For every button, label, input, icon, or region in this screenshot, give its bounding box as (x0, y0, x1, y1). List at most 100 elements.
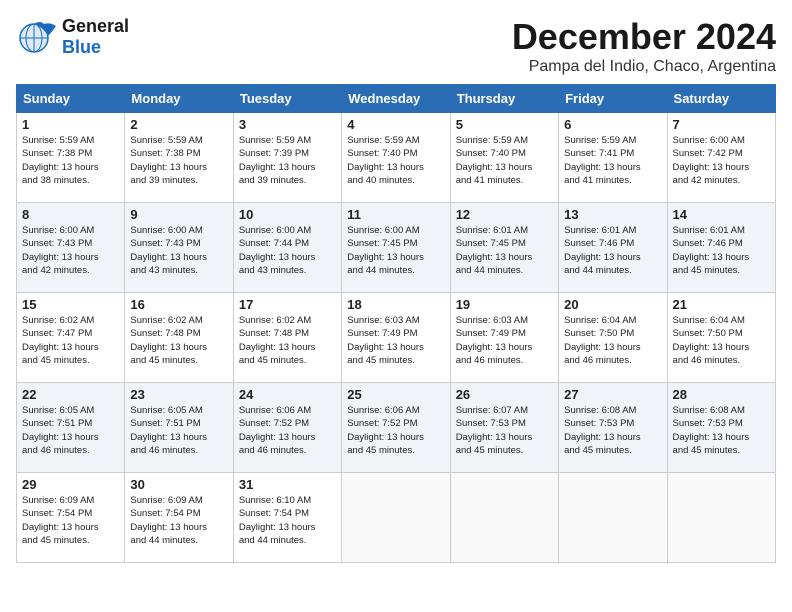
header-sunday: Sunday (17, 85, 125, 113)
day-info: Sunrise: 6:02 AMSunset: 7:48 PMDaylight:… (130, 314, 227, 367)
day-info: Sunrise: 6:01 AMSunset: 7:45 PMDaylight:… (456, 224, 553, 277)
calendar-day-cell: 20Sunrise: 6:04 AMSunset: 7:50 PMDayligh… (559, 293, 667, 383)
day-info: Sunrise: 6:03 AMSunset: 7:49 PMDaylight:… (456, 314, 553, 367)
calendar-day-cell: 22 Sunrise: 6:05 AMSunset: 7:51 PMDayligh… (17, 383, 125, 473)
header-wednesday: Wednesday (342, 85, 450, 113)
calendar-day-cell: 19 Sunrise: 6:03 AMSunset: 7:49 PMDayligh… (450, 293, 558, 383)
day-number: 30 (130, 477, 227, 492)
calendar-title: December 2024 Pampa del Indio, Chaco, Ar… (512, 16, 776, 76)
header-monday: Monday (125, 85, 233, 113)
calendar-day-cell (342, 473, 450, 563)
day-number: 7 (673, 117, 770, 132)
calendar-day-cell: 26Sunrise: 6:07 AMSunset: 7:53 PMDayligh… (450, 383, 558, 473)
day-number: 3 (239, 117, 336, 132)
calendar-day-cell: 13 Sunrise: 6:01 AMSunset: 7:46 PMDayligh… (559, 203, 667, 293)
calendar-day-cell: 17 Sunrise: 6:02 AMSunset: 7:48 PMDayligh… (233, 293, 341, 383)
day-info: Sunrise: 6:00 AMSunset: 7:43 PMDaylight:… (130, 224, 227, 277)
calendar-week-row: 1 Sunrise: 5:59 AMSunset: 7:38 PMDaylight… (17, 113, 776, 203)
day-info: Sunrise: 6:06 AMSunset: 7:52 PMDaylight:… (347, 404, 444, 457)
calendar-day-cell: 2 Sunrise: 5:59 AMSunset: 7:38 PMDaylight… (125, 113, 233, 203)
calendar-day-cell (559, 473, 667, 563)
day-number: 13 (564, 207, 661, 222)
day-info: Sunrise: 6:00 AMSunset: 7:43 PMDaylight:… (22, 224, 119, 277)
day-info: Sunrise: 6:06 AMSunset: 7:52 PMDaylight:… (239, 404, 336, 457)
day-number: 17 (239, 297, 336, 312)
calendar-day-cell: 21 Sunrise: 6:04 AMSunset: 7:50 PMDayligh… (667, 293, 775, 383)
calendar-day-cell: 30 Sunrise: 6:09 AMSunset: 7:54 PMDayligh… (125, 473, 233, 563)
day-info: Sunrise: 6:01 AMSunset: 7:46 PMDaylight:… (564, 224, 661, 277)
header-thursday: Thursday (450, 85, 558, 113)
day-number: 5 (456, 117, 553, 132)
calendar-week-row: 22 Sunrise: 6:05 AMSunset: 7:51 PMDayligh… (17, 383, 776, 473)
day-info: Sunrise: 5:59 AMSunset: 7:40 PMDaylight:… (456, 134, 553, 187)
day-number: 4 (347, 117, 444, 132)
day-info: Sunrise: 5:59 AMSunset: 7:41 PMDaylight:… (564, 134, 661, 187)
day-info: Sunrise: 6:08 AMSunset: 7:53 PMDaylight:… (564, 404, 661, 457)
page-header: General Blue December 2024 Pampa del Ind… (16, 16, 776, 76)
day-number: 14 (673, 207, 770, 222)
day-info: Sunrise: 5:59 AMSunset: 7:38 PMDaylight:… (130, 134, 227, 187)
day-number: 9 (130, 207, 227, 222)
day-number: 10 (239, 207, 336, 222)
header-tuesday: Tuesday (233, 85, 341, 113)
day-number: 18 (347, 297, 444, 312)
day-info: Sunrise: 6:03 AMSunset: 7:49 PMDaylight:… (347, 314, 444, 367)
day-info: Sunrise: 6:09 AMSunset: 7:54 PMDaylight:… (130, 494, 227, 547)
day-number: 27 (564, 387, 661, 402)
calendar-day-cell: 16Sunrise: 6:02 AMSunset: 7:48 PMDayligh… (125, 293, 233, 383)
day-number: 19 (456, 297, 553, 312)
calendar-week-row: 8 Sunrise: 6:00 AMSunset: 7:43 PMDaylight… (17, 203, 776, 293)
day-number: 28 (673, 387, 770, 402)
day-number: 6 (564, 117, 661, 132)
day-number: 15 (22, 297, 119, 312)
calendar-day-cell: 27 Sunrise: 6:08 AMSunset: 7:53 PMDayligh… (559, 383, 667, 473)
header-saturday: Saturday (667, 85, 775, 113)
header-friday: Friday (559, 85, 667, 113)
day-info: Sunrise: 6:04 AMSunset: 7:50 PMDaylight:… (564, 314, 661, 367)
logo-general: General (62, 16, 129, 37)
day-info: Sunrise: 5:59 AMSunset: 7:38 PMDaylight:… (22, 134, 119, 187)
day-number: 23 (130, 387, 227, 402)
day-number: 21 (673, 297, 770, 312)
weekday-header-row: Sunday Monday Tuesday Wednesday Thursday… (17, 85, 776, 113)
day-info: Sunrise: 6:05 AMSunset: 7:51 PMDaylight:… (22, 404, 119, 457)
calendar-day-cell: 3 Sunrise: 5:59 AMSunset: 7:39 PMDaylight… (233, 113, 341, 203)
day-info: Sunrise: 6:00 AMSunset: 7:45 PMDaylight:… (347, 224, 444, 277)
calendar-day-cell: 23 Sunrise: 6:05 AMSunset: 7:51 PMDayligh… (125, 383, 233, 473)
day-info: Sunrise: 6:08 AMSunset: 7:53 PMDaylight:… (673, 404, 770, 457)
location: Pampa del Indio, Chaco, Argentina (512, 58, 776, 76)
calendar-day-cell: 11Sunrise: 6:00 AMSunset: 7:45 PMDayligh… (342, 203, 450, 293)
day-info: Sunrise: 5:59 AMSunset: 7:39 PMDaylight:… (239, 134, 336, 187)
calendar-day-cell: 28 Sunrise: 6:08 AMSunset: 7:53 PMDayligh… (667, 383, 775, 473)
calendar-day-cell: 5 Sunrise: 5:59 AMSunset: 7:40 PMDaylight… (450, 113, 558, 203)
calendar-day-cell: 15 Sunrise: 6:02 AMSunset: 7:47 PMDayligh… (17, 293, 125, 383)
day-info: Sunrise: 6:02 AMSunset: 7:48 PMDaylight:… (239, 314, 336, 367)
calendar-day-cell: 1 Sunrise: 5:59 AMSunset: 7:38 PMDaylight… (17, 113, 125, 203)
day-info: Sunrise: 6:00 AMSunset: 7:42 PMDaylight:… (673, 134, 770, 187)
calendar-day-cell: 14Sunrise: 6:01 AMSunset: 7:46 PMDayligh… (667, 203, 775, 293)
calendar-day-cell: 18 Sunrise: 6:03 AMSunset: 7:49 PMDayligh… (342, 293, 450, 383)
day-info: Sunrise: 6:04 AMSunset: 7:50 PMDaylight:… (673, 314, 770, 367)
calendar-day-cell (667, 473, 775, 563)
calendar-day-cell: 10Sunrise: 6:00 AMSunset: 7:44 PMDayligh… (233, 203, 341, 293)
day-number: 1 (22, 117, 119, 132)
month-year: December 2024 (512, 16, 776, 58)
day-info: Sunrise: 6:02 AMSunset: 7:47 PMDaylight:… (22, 314, 119, 367)
day-info: Sunrise: 6:07 AMSunset: 7:53 PMDaylight:… (456, 404, 553, 457)
day-number: 2 (130, 117, 227, 132)
day-info: Sunrise: 6:09 AMSunset: 7:54 PMDaylight:… (22, 494, 119, 547)
day-info: Sunrise: 6:10 AMSunset: 7:54 PMDaylight:… (239, 494, 336, 547)
calendar-day-cell: 29Sunrise: 6:09 AMSunset: 7:54 PMDayligh… (17, 473, 125, 563)
calendar-week-row: 15 Sunrise: 6:02 AMSunset: 7:47 PMDayligh… (17, 293, 776, 383)
calendar-day-cell: 8 Sunrise: 6:00 AMSunset: 7:43 PMDaylight… (17, 203, 125, 293)
calendar-day-cell: 31Sunrise: 6:10 AMSunset: 7:54 PMDayligh… (233, 473, 341, 563)
day-number: 8 (22, 207, 119, 222)
calendar-table: Sunday Monday Tuesday Wednesday Thursday… (16, 84, 776, 563)
day-number: 25 (347, 387, 444, 402)
day-number: 22 (22, 387, 119, 402)
day-info: Sunrise: 5:59 AMSunset: 7:40 PMDaylight:… (347, 134, 444, 187)
logo-icon (16, 18, 58, 56)
day-info: Sunrise: 6:05 AMSunset: 7:51 PMDaylight:… (130, 404, 227, 457)
calendar-day-cell: 12Sunrise: 6:01 AMSunset: 7:45 PMDayligh… (450, 203, 558, 293)
day-number: 24 (239, 387, 336, 402)
